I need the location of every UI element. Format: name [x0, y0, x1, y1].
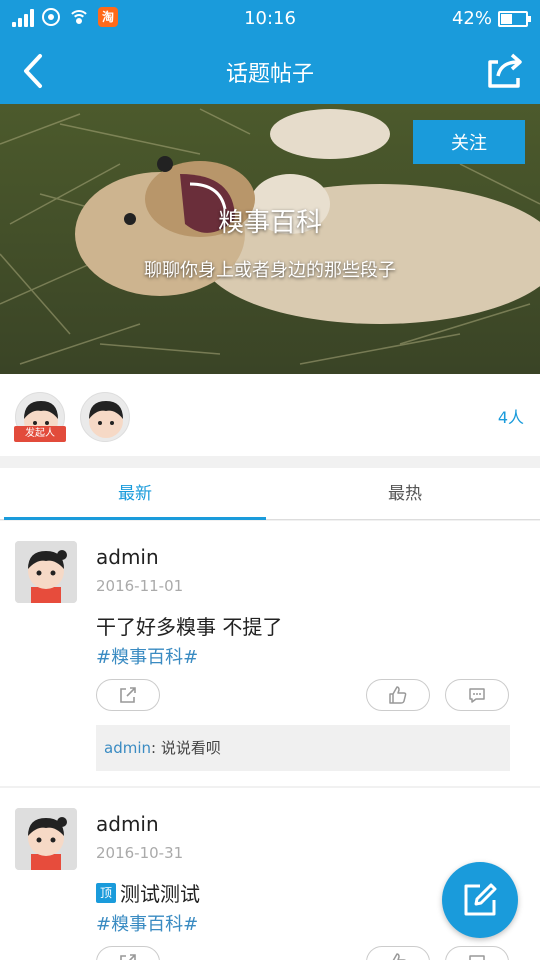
share-post-button[interactable]	[96, 679, 160, 711]
like-button[interactable]	[366, 946, 430, 960]
author-name[interactable]: admin	[96, 812, 159, 836]
post-text: 干了好多糗事 不提了	[96, 615, 283, 639]
comment-icon	[469, 955, 485, 960]
comment-button[interactable]	[445, 946, 509, 960]
share-icon	[488, 53, 522, 88]
comment-preview[interactable]: admin: 说说看呗	[96, 725, 510, 771]
comment-author[interactable]: admin	[104, 739, 151, 757]
post-text: 测试测试	[120, 882, 200, 906]
thumbs-up-icon	[392, 953, 406, 960]
member-avatar[interactable]	[80, 392, 130, 442]
thumbs-up-icon	[389, 686, 407, 704]
member-count[interactable]: 4人	[498, 404, 524, 428]
page-title: 话题帖子	[225, 62, 314, 87]
battery-icon	[498, 10, 531, 27]
status-bar: 淘 10:16 42%	[0, 0, 540, 38]
battery-percent: 42%	[451, 8, 492, 29]
comment-icon	[469, 688, 485, 703]
pinned-badge: 顶	[96, 882, 116, 903]
members-row: 发起人 4人	[0, 374, 540, 456]
avatar	[89, 401, 123, 438]
status-right: 42%	[451, 8, 531, 29]
comment-text: 说说看呗	[160, 739, 221, 757]
share-icon	[120, 687, 136, 703]
active-tab-indicator	[4, 517, 266, 520]
avatar	[15, 541, 77, 603]
topic-tag-link[interactable]: #糗事百科#	[96, 910, 198, 936]
sort-tabs: 最新 最热	[0, 468, 540, 520]
topic-tag-link[interactable]: #糗事百科#	[96, 643, 198, 669]
comment-button[interactable]	[445, 679, 509, 711]
tab-latest[interactable]: 最新	[0, 468, 270, 520]
like-button[interactable]	[366, 679, 430, 711]
topic-title: 糗事百科	[217, 208, 322, 238]
author-name[interactable]: admin	[96, 545, 159, 569]
author-avatar[interactable]	[15, 808, 77, 870]
avatar	[15, 808, 77, 870]
follow-button[interactable]: 关注	[413, 120, 525, 164]
initiator-badge: 发起人	[14, 426, 66, 442]
edit-icon	[464, 883, 497, 916]
author-avatar[interactable]	[15, 541, 77, 603]
share-button[interactable]	[484, 50, 528, 92]
post-content: 干了好多糗事 不提了	[96, 611, 282, 640]
comment-separator: :	[151, 739, 161, 757]
share-icon	[120, 954, 136, 960]
share-post-button[interactable]	[96, 946, 160, 960]
post-content: 顶 测试测试	[96, 878, 200, 907]
topic-subtitle: 聊聊你身上或者身边的那些段子	[144, 260, 396, 281]
post-date: 2016-10-31	[96, 844, 184, 862]
tab-hottest[interactable]: 最热	[270, 468, 540, 520]
post-date: 2016-11-01	[96, 577, 184, 595]
compose-post-button[interactable]	[442, 862, 518, 938]
post-card: admin 2016-11-01 干了好多糗事 不提了 #糗事百科# admin…	[0, 521, 540, 786]
topic-banner: 关注 糗事百科 聊聊你身上或者身边的那些段子	[0, 104, 540, 374]
nav-bar: 话题帖子	[0, 38, 540, 104]
